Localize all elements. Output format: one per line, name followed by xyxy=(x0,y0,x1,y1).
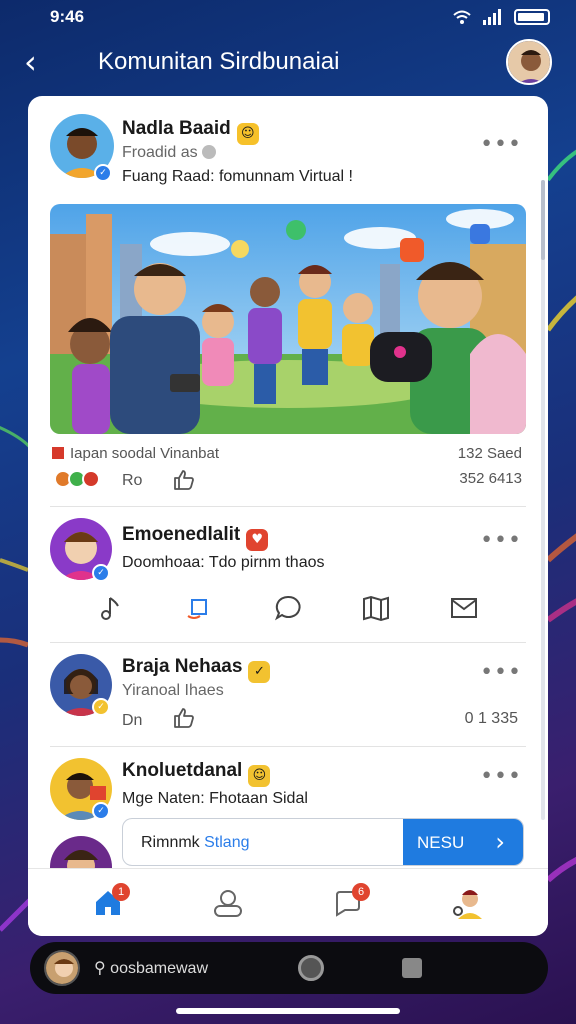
post-action-bar xyxy=(28,592,548,624)
home-button[interactable] xyxy=(298,955,324,981)
status-bar: 9:46 xyxy=(0,0,576,34)
post-author-name[interactable]: Knoluetdanal ☺ xyxy=(122,760,271,787)
heart-emoji-icon: ♥ xyxy=(246,529,269,551)
signal-icon xyxy=(483,9,501,25)
send-label: NESU xyxy=(417,833,465,852)
comment-composer[interactable]: Rimnmk Stlang NESU › xyxy=(122,818,524,866)
thumbs-up-icon[interactable] xyxy=(172,706,196,730)
tab-account[interactable] xyxy=(444,879,492,927)
more-options-icon[interactable]: ••• xyxy=(480,660,522,685)
post-divider xyxy=(50,746,526,747)
more-options-icon[interactable]: ••• xyxy=(480,132,522,157)
status-icons xyxy=(452,9,550,25)
post-subtitle: Yiranoal Ihaes xyxy=(122,682,224,699)
system-search-text: oosbamewaw xyxy=(110,960,208,977)
community-feed-card: ✓ Nadla Baaid ☺ ••• Froadid as Fuang Raad… xyxy=(28,96,548,936)
post-author-name[interactable]: Emoenedlalit ♥ xyxy=(122,524,269,551)
post-caption-text: Iapan soodal Vinanbat xyxy=(70,445,220,462)
avatar-icon xyxy=(453,889,482,919)
post-caption-right: 132 Saed xyxy=(457,445,522,462)
tab-messages[interactable]: 6 xyxy=(324,879,372,927)
system-avatar[interactable] xyxy=(44,950,80,986)
battery-icon xyxy=(514,9,550,25)
chevron-right-icon: › xyxy=(495,828,505,856)
verified-icon: ✓ xyxy=(94,164,112,182)
post-text: Fuang Raad: fomunnam Virtual ! xyxy=(122,168,353,185)
author-name-text: Braja Nehaas xyxy=(122,656,243,677)
map-icon[interactable] xyxy=(360,592,392,624)
home-indicator[interactable] xyxy=(176,1008,400,1014)
thumbs-up-icon[interactable] xyxy=(172,468,196,492)
more-options-icon[interactable]: ••• xyxy=(480,528,522,553)
author-name-text: Nadla Baaid xyxy=(122,118,231,139)
playlist-icon[interactable] xyxy=(184,592,216,624)
post-item: ✓ Braja Nehaas ✓ ••• Yiranoal Ihaes Dn 0 … xyxy=(28,644,548,746)
post-subtitle: Froadid as xyxy=(122,144,217,162)
more-options-icon[interactable]: ••• xyxy=(480,764,522,789)
send-button[interactable]: NESU › xyxy=(403,819,523,865)
wifi-icon xyxy=(453,10,471,24)
globe-icon xyxy=(202,145,217,159)
chat-badge: 6 xyxy=(352,882,370,901)
reaction-icon xyxy=(82,470,100,488)
reaction-label: Dn xyxy=(122,712,143,729)
status-time: 9:46 xyxy=(50,7,85,26)
post-caption: Iapan soodal Vinanbat xyxy=(52,445,219,462)
post-item: ✓ Knoluetdanal ☺ ••• Mge Naten: Fhotaan S… xyxy=(28,748,548,820)
smile-emoji-icon: ☺ xyxy=(248,765,271,787)
recent-apps-button[interactable] xyxy=(402,958,422,978)
post-image[interactable] xyxy=(50,204,526,434)
smile-emoji-icon: ☺ xyxy=(236,123,259,145)
tab-profile[interactable] xyxy=(204,879,252,927)
verified-icon: ✓ xyxy=(92,564,110,582)
back-button[interactable]: ‹ xyxy=(24,43,60,81)
search-icon: ⚲ xyxy=(94,958,106,977)
post-author-name[interactable]: Nadla Baaid ☺ xyxy=(122,118,259,145)
post-author-name[interactable]: Braja Nehaas ✓ xyxy=(122,656,271,683)
composer-text: Rimnmk xyxy=(141,834,200,851)
post-item: ✓ Nadla Baaid ☺ ••• Froadid as Fuang Raad… xyxy=(28,96,548,506)
verified-icon: ✓ xyxy=(92,698,110,716)
profile-lock-icon xyxy=(214,889,242,917)
bottom-navigation: 1 6 xyxy=(28,868,548,936)
post-item: ✓ Emoenedlalit ♥ ••• Doomhoaa: Tdo pirnm … xyxy=(28,508,548,642)
check-emoji-icon: ✓ xyxy=(248,661,271,683)
post-divider xyxy=(50,642,526,643)
reaction-summary[interactable] xyxy=(54,470,100,488)
post-text: Doomhoaa: Tdo pirnm thaos xyxy=(122,554,325,571)
reaction-count: 0 1 335 xyxy=(464,710,518,727)
post-subtitle-text: Froadid as xyxy=(122,144,198,161)
reaction-count: 352 6413 xyxy=(459,470,522,487)
composer-highlight: Stlang xyxy=(204,834,250,851)
comment-icon[interactable] xyxy=(272,592,304,624)
mail-icon[interactable] xyxy=(448,592,480,624)
system-search[interactable]: ⚲ oosbamewaw xyxy=(94,958,264,978)
author-name-text: Emoenedlalit xyxy=(122,524,241,545)
reaction-label: Ro xyxy=(122,472,143,489)
home-badge: 1 xyxy=(112,882,130,901)
page-title: Komunitan Sirdbunaiai xyxy=(98,48,340,75)
tab-home[interactable]: 1 xyxy=(84,879,132,927)
profile-avatar[interactable] xyxy=(506,39,552,85)
post-divider xyxy=(50,506,526,507)
author-name-text: Knoluetdanal xyxy=(122,760,243,781)
app-header: ‹ Komunitan Sirdbunaiai xyxy=(0,36,576,88)
system-navigation-bar: ⚲ oosbamewaw xyxy=(30,942,548,994)
composer-input[interactable]: Rimnmk Stlang xyxy=(141,834,250,852)
music-note-icon[interactable] xyxy=(96,592,128,624)
flag-icon xyxy=(52,447,64,459)
verified-icon: ✓ xyxy=(92,802,110,820)
post-text: Mge Naten: Fhotaan Sidal xyxy=(122,790,308,807)
